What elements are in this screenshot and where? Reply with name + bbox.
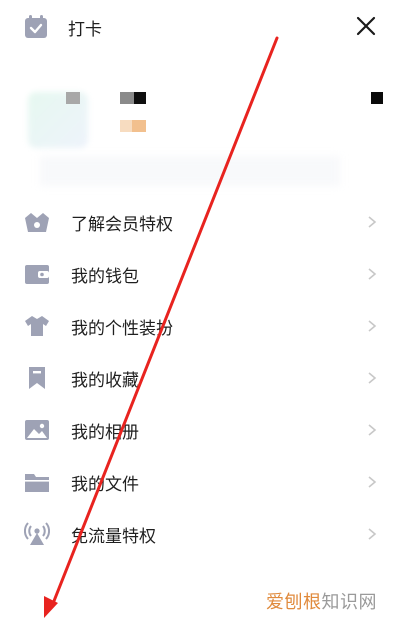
- menu-item-vip[interactable]: 了解会员特权: [0, 196, 400, 248]
- chevron-right-icon: [368, 372, 377, 384]
- menu-item-files[interactable]: 我的文件: [0, 456, 400, 508]
- menu-item-favorites[interactable]: 我的收藏: [0, 352, 400, 404]
- menu-label: 我的个性装扮: [71, 318, 173, 339]
- wallet-icon: [24, 262, 50, 286]
- photo-icon: [24, 418, 50, 442]
- menu-item-free-data[interactable]: 免流量特权: [0, 508, 400, 560]
- drawer-menu: 了解会员特权 我的钱包 我的个性装扮 我的收藏 我的相册 我的文件 免流量特权: [0, 196, 400, 560]
- menu-item-wallet[interactable]: 我的钱包: [0, 248, 400, 300]
- checkin-label: 打卡: [68, 19, 102, 40]
- close-icon: [356, 16, 376, 40]
- chevron-right-icon: [368, 528, 377, 540]
- chevron-right-icon: [368, 424, 377, 436]
- drawer-header: 打卡: [0, 0, 400, 56]
- chevron-right-icon: [368, 476, 377, 488]
- checkin-button[interactable]: 打卡: [22, 12, 102, 42]
- menu-item-album[interactable]: 我的相册: [0, 404, 400, 456]
- menu-label: 我的钱包: [71, 266, 139, 287]
- menu-label: 了解会员特权: [71, 214, 173, 235]
- watermark: 爱刨根知识网: [266, 588, 377, 614]
- menu-label: 我的收藏: [71, 370, 139, 391]
- profile-area-blurred[interactable]: [0, 70, 400, 190]
- chevron-right-icon: [368, 216, 377, 228]
- close-button[interactable]: [352, 14, 380, 42]
- chevron-right-icon: [368, 320, 377, 332]
- vip-crown-icon: [24, 210, 50, 234]
- bookmark-icon: [24, 366, 50, 390]
- watermark-part1: 爱刨根: [266, 592, 322, 613]
- menu-label: 免流量特权: [71, 526, 156, 547]
- side-drawer: 打卡 了解会员特权 我的钱包 我的个性装扮 我的收藏 我的相册 我的文件 免流量…: [0, 0, 400, 619]
- tshirt-icon: [24, 314, 50, 338]
- signal-tower-icon: [24, 522, 50, 546]
- watermark-part2: 知识网: [321, 592, 377, 613]
- menu-label: 我的文件: [71, 474, 139, 495]
- folder-icon: [24, 470, 50, 494]
- menu-label: 我的相册: [71, 422, 139, 443]
- calendar-check-icon: [22, 13, 50, 41]
- menu-item-dress-up[interactable]: 我的个性装扮: [0, 300, 400, 352]
- chevron-right-icon: [368, 268, 377, 280]
